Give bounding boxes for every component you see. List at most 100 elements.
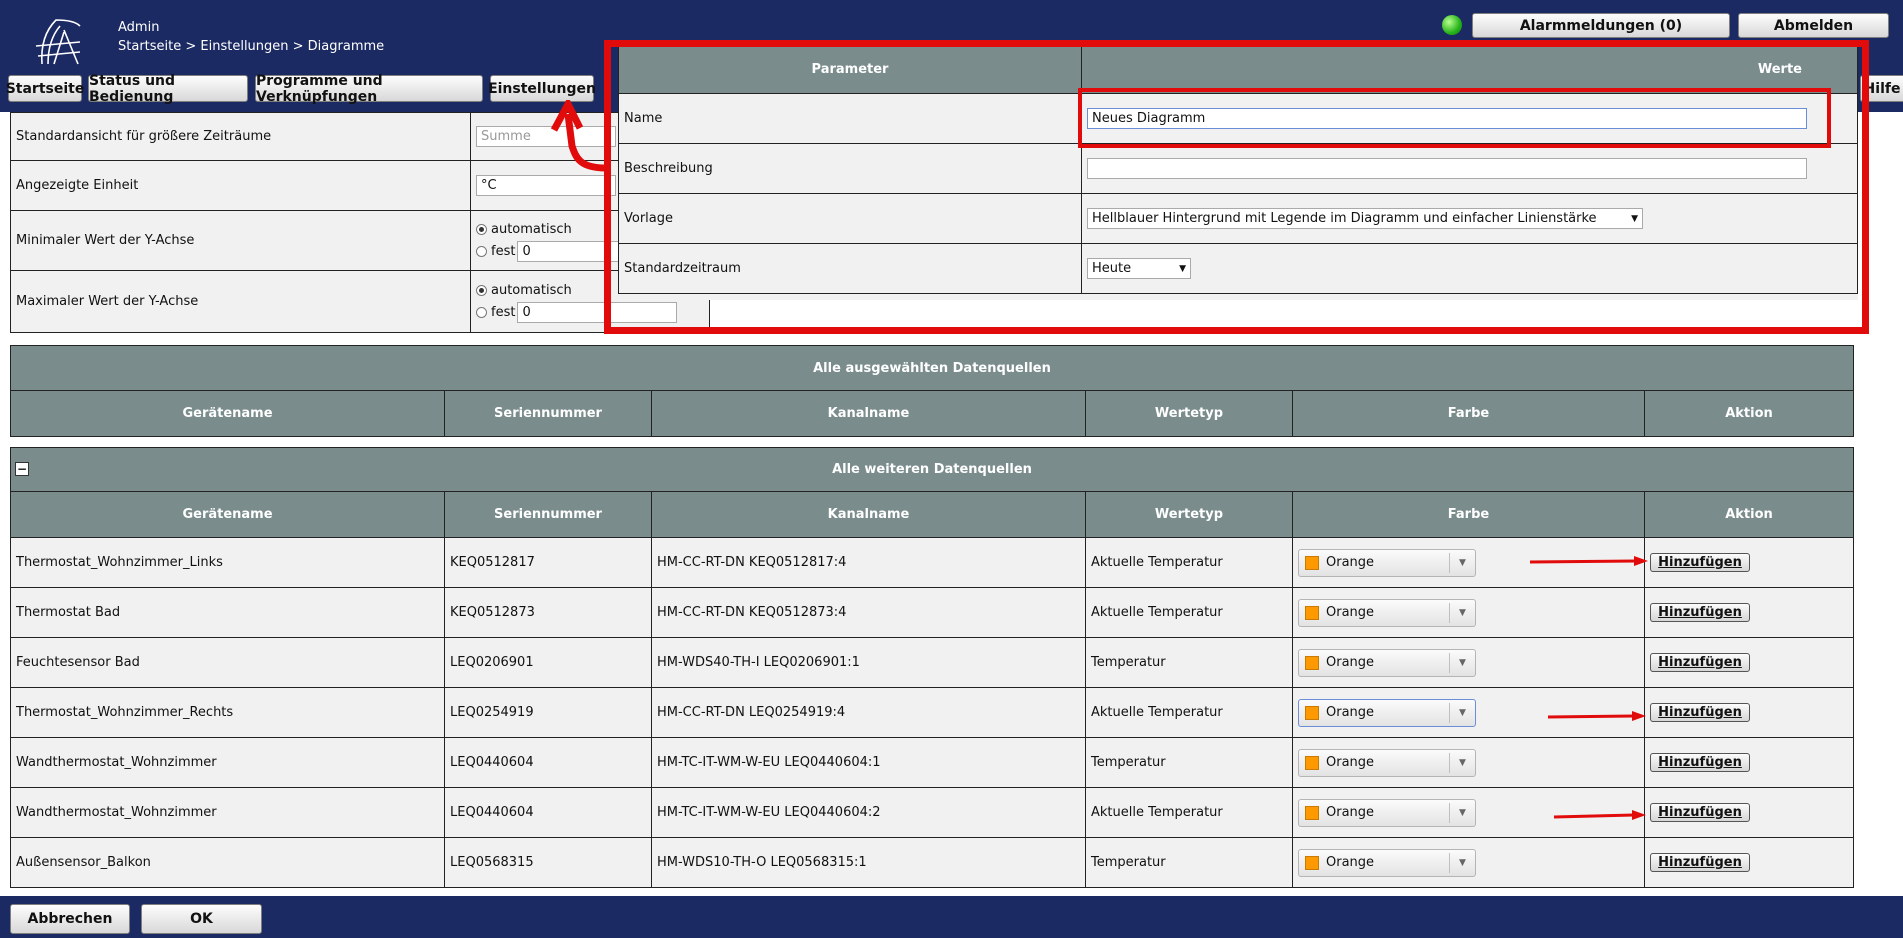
color-cell: Orange ▼ xyxy=(1292,637,1645,688)
device-name-cell: Außensensor_Balkon xyxy=(10,837,445,888)
column-header: Farbe xyxy=(1292,491,1645,538)
action-cell: Hinzufügen xyxy=(1644,787,1854,838)
add-source-button[interactable]: Hinzufügen xyxy=(1650,853,1750,872)
chevron-down-icon: ▼ xyxy=(1449,702,1475,723)
chevron-down-icon: ▼ xyxy=(1449,652,1475,673)
nav-startseite-button[interactable]: Startseite xyxy=(6,75,84,102)
action-cell: Hinzufügen xyxy=(1644,537,1854,588)
add-source-button[interactable]: Hinzufügen xyxy=(1650,653,1750,672)
other-sources-title: Alle weiteren Datenquellen xyxy=(832,462,1032,477)
nav-programme-button[interactable]: Programme und Verknüpfungen xyxy=(255,73,483,105)
action-cell: Hinzufügen xyxy=(1644,637,1854,688)
color-swatch-icon xyxy=(1305,855,1319,870)
color-select[interactable]: Orange ▼ xyxy=(1298,848,1476,877)
annotation-highlight-box xyxy=(604,40,1869,334)
color-select[interactable]: Orange ▼ xyxy=(1298,798,1476,827)
breadcrumb: Startseite > Einstellungen > Diagramme xyxy=(118,39,385,54)
serial-number-cell: LEQ0568315 xyxy=(444,837,652,888)
color-cell: Orange ▼ xyxy=(1292,587,1645,638)
add-source-button[interactable]: Hinzufügen xyxy=(1650,603,1750,622)
annotation-arrow-icon xyxy=(550,100,607,172)
device-name-cell: Thermostat_Wohnzimmer_Rechts xyxy=(10,687,445,738)
channel-name-cell: HM-TC-IT-WM-W-EU LEQ0440604:2 xyxy=(651,787,1086,838)
logo-icon xyxy=(35,19,81,65)
color-select-value: Orange xyxy=(1326,655,1375,670)
color-cell: Orange ▼ xyxy=(1292,837,1645,888)
settings-label: Standardansicht für größere Zeiträume xyxy=(10,112,471,161)
selected-sources-title: Alle ausgewählten Datenquellen xyxy=(10,345,1854,391)
color-select-value: Orange xyxy=(1326,755,1375,770)
add-source-button[interactable]: Hinzufügen xyxy=(1650,803,1750,822)
color-swatch-icon xyxy=(1305,605,1319,620)
color-select[interactable]: Orange ▼ xyxy=(1298,648,1476,677)
collapse-icon[interactable]: − xyxy=(15,462,29,476)
add-source-button[interactable]: Hinzufügen xyxy=(1650,553,1750,572)
action-cell: Hinzufügen xyxy=(1644,587,1854,638)
chevron-down-icon: ▼ xyxy=(1449,552,1475,573)
value-type-cell: Temperatur xyxy=(1085,737,1293,788)
color-select-value: Orange xyxy=(1326,855,1375,870)
current-user: Admin xyxy=(118,20,160,35)
logout-button[interactable]: Abmelden xyxy=(1738,13,1889,38)
serial-number-cell: LEQ0254919 xyxy=(444,687,652,738)
value-type-cell: Aktuelle Temperatur xyxy=(1085,787,1293,838)
other-sources-title-cell: − Alle weiteren Datenquellen xyxy=(10,447,1854,492)
value-type-cell: Temperatur xyxy=(1085,637,1293,688)
color-cell: Orange ▼ xyxy=(1292,737,1645,788)
ymax-auto-radio[interactable] xyxy=(476,285,487,296)
table-row: Feuchtesensor Bad LEQ0206901 HM-WDS40-TH-I… xyxy=(10,637,1854,688)
device-name-cell: Thermostat_Wohnzimmer_Links xyxy=(10,537,445,588)
chevron-down-icon: ▼ xyxy=(1449,802,1475,823)
column-header: Gerätename xyxy=(10,390,445,437)
ymax-fixed-radio[interactable] xyxy=(476,307,487,318)
serial-number-cell: LEQ0440604 xyxy=(444,737,652,788)
channel-name-cell: HM-WDS40-TH-I LEQ0206901:1 xyxy=(651,637,1086,688)
color-swatch-icon xyxy=(1305,755,1319,770)
column-header: Wertetyp xyxy=(1085,390,1293,437)
action-cell: Hinzufügen xyxy=(1644,687,1854,738)
color-swatch-icon xyxy=(1305,805,1319,820)
annotation-highlight-box xyxy=(1078,88,1831,148)
add-source-button[interactable]: Hinzufügen xyxy=(1650,703,1750,722)
serial-number-cell: LEQ0206901 xyxy=(444,637,652,688)
cancel-button[interactable]: Abbrechen xyxy=(10,904,130,934)
color-select[interactable]: Orange ▼ xyxy=(1298,548,1476,577)
device-name-cell: Wandthermostat_Wohnzimmer xyxy=(10,737,445,788)
table-row: Wandthermostat_Wohnzimmer LEQ0440604 HM-TC… xyxy=(10,737,1854,788)
settings-label: Maximaler Wert der Y-Achse xyxy=(10,270,471,333)
radio-label: automatisch xyxy=(491,283,572,298)
column-header: Kanalname xyxy=(651,390,1086,437)
channel-name-cell: HM-CC-RT-DN KEQ0512817:4 xyxy=(651,537,1086,588)
serial-number-cell: KEQ0512873 xyxy=(444,587,652,638)
ymin-fixed-radio[interactable] xyxy=(476,246,487,257)
device-name-cell: Feuchtesensor Bad xyxy=(10,637,445,688)
color-select-value: Orange xyxy=(1326,705,1375,720)
alarm-button[interactable]: Alarmmeldungen (0) xyxy=(1472,13,1730,38)
table-row: Außensensor_Balkon LEQ0568315 HM-WDS10-TH-… xyxy=(10,837,1854,888)
channel-name-cell: HM-CC-RT-DN LEQ0254919:4 xyxy=(651,687,1086,738)
color-swatch-icon xyxy=(1305,655,1319,670)
ymin-auto-radio[interactable] xyxy=(476,224,487,235)
add-source-button[interactable]: Hinzufügen xyxy=(1650,753,1750,772)
color-select[interactable]: Orange ▼ xyxy=(1298,698,1476,727)
column-header: Kanalname xyxy=(651,491,1086,538)
color-select[interactable]: Orange ▼ xyxy=(1298,598,1476,627)
color-select-value: Orange xyxy=(1326,555,1375,570)
radio-label: fest xyxy=(491,305,516,320)
channel-name-cell: HM-WDS10-TH-O LEQ0568315:1 xyxy=(651,837,1086,888)
ok-button[interactable]: OK xyxy=(141,904,262,934)
annotation-arrow-icon xyxy=(1554,810,1646,820)
selected-sources-table: Alle ausgewählten Datenquellen Gerätenam… xyxy=(10,345,1854,437)
nav-einstellungen-button[interactable]: Einstellungen xyxy=(488,75,596,102)
nav-status-button[interactable]: Status und Bedienung xyxy=(88,73,248,105)
footer-bar xyxy=(0,896,1903,938)
annotation-arrow-icon xyxy=(1548,711,1646,721)
column-header: Gerätename xyxy=(10,491,445,538)
color-swatch-icon xyxy=(1305,555,1319,570)
settings-label: Angezeigte Einheit xyxy=(10,160,471,211)
action-cell: Hinzufügen xyxy=(1644,837,1854,888)
chevron-down-icon: ▼ xyxy=(1449,602,1475,623)
channel-name-cell: HM-TC-IT-WM-W-EU LEQ0440604:1 xyxy=(651,737,1086,788)
color-select-value: Orange xyxy=(1326,805,1375,820)
color-select[interactable]: Orange ▼ xyxy=(1298,748,1476,777)
